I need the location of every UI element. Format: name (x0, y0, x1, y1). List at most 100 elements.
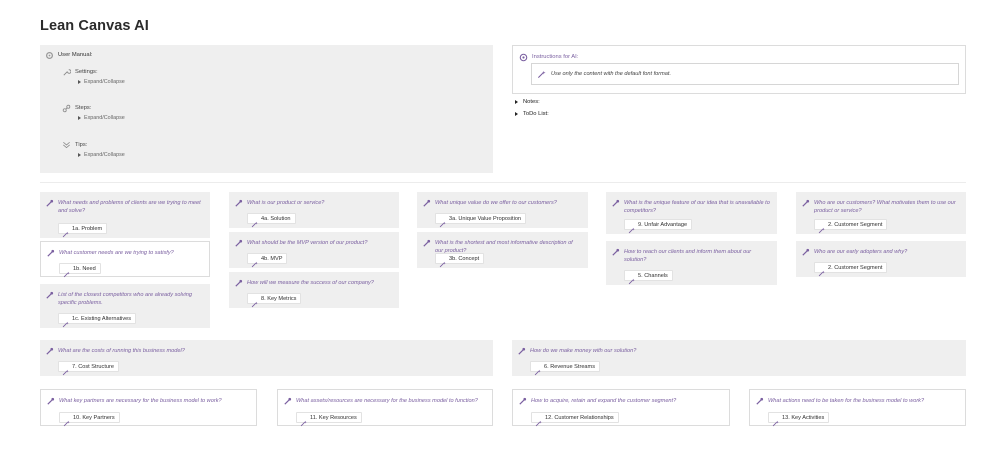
wand-sparkle-icon (772, 414, 779, 427)
notes-toggle[interactable]: Notes: (515, 99, 540, 105)
wand-sparkle-icon (300, 414, 307, 427)
section-divider (40, 182, 966, 183)
card-chip-button[interactable]: 3b. Concept (435, 253, 485, 268)
magic-wand-icon (45, 347, 54, 356)
card-chip-button[interactable]: 12. Customer Relationships (531, 412, 619, 427)
triangle-right-icon (78, 153, 81, 157)
card-relationships: How to acquire, retain and expand the cu… (512, 389, 730, 427)
double-chevron-down-icon (62, 140, 71, 149)
steps-expand-label: Expand/Collapse (84, 115, 125, 121)
triangle-right-icon (78, 116, 81, 120)
card-question: Who are our early adopters and why? (814, 249, 908, 255)
card-question: What are the costs of running this busin… (58, 348, 185, 354)
card-chip-label: 5. Channels (638, 272, 668, 279)
wand-sparkle-icon (251, 295, 258, 308)
card-chip-label: 2. Customer Segment (828, 221, 883, 228)
card-question: What assets/resources are necessary for … (296, 398, 478, 404)
settings-expand-label: Expand/Collapse (84, 79, 125, 85)
card-chip-label: 6. Revenue Streams (544, 363, 595, 370)
card-chip-label: 7. Cost Structure (72, 363, 114, 370)
card-metrics: How will we measure the success of our c… (229, 272, 399, 308)
card-chip-button[interactable]: 3a. Unique Value Proposition (435, 213, 527, 228)
wand-sparkle-icon (63, 265, 70, 278)
magic-wand-icon (234, 239, 243, 248)
magic-wand-icon (46, 397, 55, 406)
card-chip-label: 13. Key Activities (782, 414, 825, 421)
ai-instructions-panel: Instructions for AI: Use only the conten… (512, 45, 966, 94)
card-chip-label: 9. Unfair Advantage (638, 221, 688, 228)
card-question: What unique value do we offer to our cus… (435, 200, 557, 206)
card-question: How to acquire, retain and expand the cu… (531, 398, 677, 404)
card-need: What customer needs are we trying to sat… (40, 241, 210, 278)
triangle-right-icon (515, 100, 518, 104)
card-chip-button[interactable]: 7. Cost Structure (58, 361, 119, 376)
magic-wand-icon (517, 347, 526, 356)
card-chip-button[interactable]: 2. Customer Segment (814, 219, 888, 234)
magic-wand-icon (801, 199, 810, 208)
card-chip-button[interactable]: 1c. Existing Alternatives (58, 313, 137, 328)
todo-toggle[interactable]: ToDo List: (515, 111, 549, 117)
card-question: What actions need to be taken for the bu… (768, 398, 925, 404)
card-chip-button[interactable]: 5. Channels (624, 270, 673, 285)
card-chip-button[interactable]: 4a. Solution (247, 213, 296, 228)
card-segment2: Who are our early adopters and why? 2. Cu… (796, 241, 966, 277)
card-resources: What assets/resources are necessary for … (277, 389, 493, 427)
page-title: Lean Canvas AI (40, 18, 149, 34)
magic-wand-icon (611, 248, 620, 257)
tips-expand-toggle[interactable]: Expand/Collapse (78, 152, 125, 158)
card-question: How will we measure the success of our c… (247, 280, 374, 286)
card-chip-label: 10. Key Partners (73, 414, 115, 421)
card-advantage: What is the unique feature of our idea t… (606, 192, 777, 234)
card-chip-button[interactable]: 9. Unfair Advantage (624, 219, 693, 234)
card-chip-label: 3a. Unique Value Proposition (449, 215, 522, 222)
card-chip-button[interactable]: 6. Revenue Streams (530, 361, 600, 376)
settings-expand-toggle[interactable]: Expand/Collapse (78, 79, 125, 85)
wand-sparkle-icon (62, 315, 69, 328)
notes-label: Notes: (523, 99, 540, 105)
card-chip-button[interactable]: 1a. Problem (58, 223, 108, 238)
wand-sparkle-icon (251, 255, 258, 268)
wand-sparkle-icon (251, 215, 258, 228)
wand-sparkle-icon (537, 70, 546, 79)
card-chip-label: 1a. Problem (72, 225, 103, 232)
magic-wand-icon (422, 199, 431, 208)
card-segment1: Who are our customers? What motivates th… (796, 192, 966, 234)
card-chip-button[interactable]: 11. Key Resources (296, 412, 362, 427)
card-chip-button[interactable]: 13. Key Activities (768, 412, 830, 427)
card-question: What needs and problems of clients are w… (58, 200, 201, 214)
wand-sparkle-icon (439, 215, 446, 228)
card-chip-button[interactable]: 4b. MVP (247, 253, 288, 268)
magic-wand-icon (283, 397, 292, 406)
wand-sparkle-icon (535, 414, 542, 427)
wand-sparkle-icon (818, 221, 825, 234)
magic-wand-icon (755, 397, 764, 406)
card-chip-button[interactable]: 2. Customer Segment (814, 262, 888, 277)
wand-sparkle-icon (63, 414, 70, 427)
card-uvp: What unique value do we offer to our cus… (417, 192, 588, 228)
card-activities: What actions need to be taken for the bu… (749, 389, 966, 427)
ai-instructions-input[interactable]: Use only the content with the default fo… (531, 63, 959, 85)
card-partners: What key partners are necessary for the … (40, 389, 257, 427)
card-question: What is the unique feature of our idea t… (624, 200, 770, 214)
steps-label: Steps: (75, 105, 92, 111)
steps-expand-toggle[interactable]: Expand/Collapse (78, 115, 125, 121)
card-chip-button[interactable]: 10. Key Partners (59, 412, 120, 427)
card-chip-button[interactable]: 8. Key Metrics (247, 293, 302, 308)
magic-wand-icon (801, 248, 810, 257)
card-question: What customer needs are we trying to sat… (59, 250, 174, 256)
wrench-icon (62, 68, 71, 77)
ai-instructions-text: Use only the content with the default fo… (551, 71, 672, 77)
card-channels: How to reach our clients and inform them… (606, 241, 777, 285)
tips-expand-label: Expand/Collapse (84, 152, 125, 158)
magic-wand-icon (611, 199, 620, 208)
magic-wand-icon (234, 199, 243, 208)
tips-label: Tips: (75, 142, 88, 148)
card-concept: What is the shortest and most informativ… (417, 232, 588, 268)
robot-icon (519, 53, 528, 62)
card-alternatives: List of the closest competitors who are … (40, 284, 210, 328)
card-solution: What is our product or service? 4a. Solut… (229, 192, 399, 228)
card-chip-button[interactable]: 1b. Need (59, 263, 101, 278)
triangle-right-icon (515, 112, 518, 116)
card-problem: What needs and problems of clients are w… (40, 192, 210, 238)
card-chip-label: 1c. Existing Alternatives (72, 315, 132, 322)
